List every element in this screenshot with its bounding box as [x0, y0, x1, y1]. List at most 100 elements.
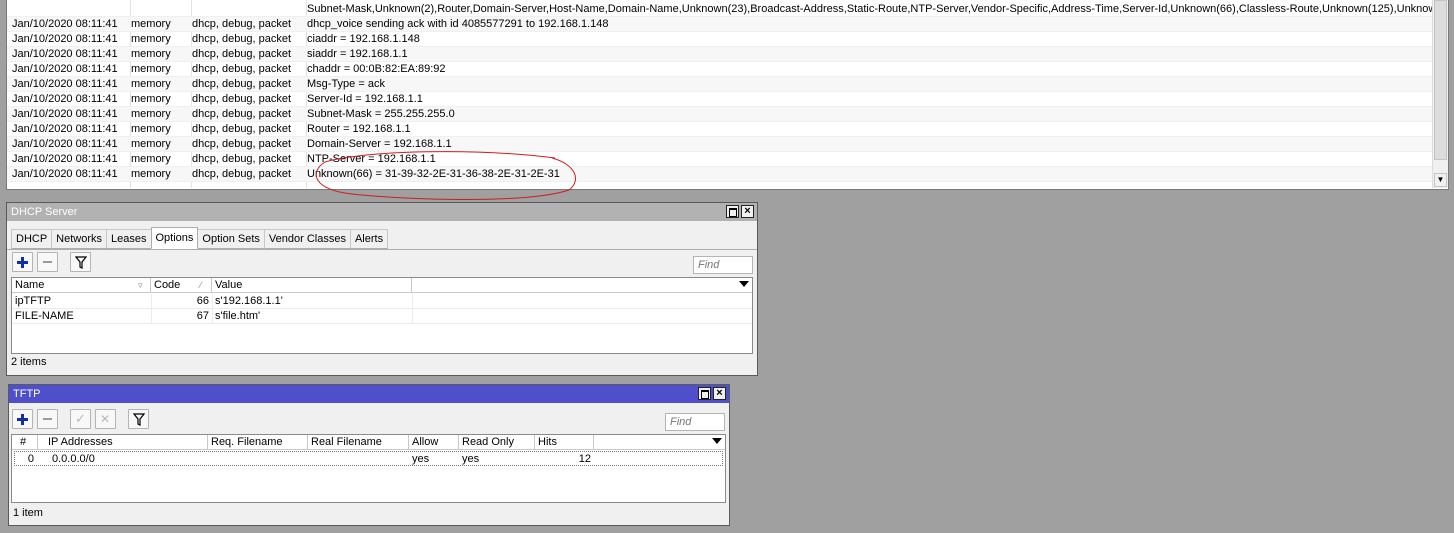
log-row[interactable]: Jan/10/2020 08:11:41 memory dhcp, debug, p… — [7, 122, 1433, 137]
log-row[interactable]: Jan/10/2020 08:11:41 memory dhcp, debug, p… — [7, 137, 1433, 152]
table-row[interactable]: ipTFTP 66 s'192.168.1.1' — [12, 294, 752, 309]
column-menu-arrow-icon[interactable] — [739, 281, 749, 287]
add-icon[interactable] — [12, 252, 33, 272]
log-time: Jan/10/2020 08:11:41 — [12, 153, 118, 165]
table-header: Name ▿ Code ⁄ Value — [12, 278, 752, 293]
col-separator — [151, 294, 152, 309]
log-buffer: memory — [131, 63, 171, 75]
log-row-header-continuation[interactable]: Subnet-Mask,Unknown(2),Router,Domain-Ser… — [7, 2, 1433, 17]
dhcp-options-table: Name ▿ Code ⁄ Value ipTFTP 66 s'192.168.1.… — [11, 277, 753, 354]
column-label: Read Only — [462, 436, 514, 448]
dhcp-server-window[interactable]: DHCP Server × DHCP Networks Leases Options O… — [6, 202, 758, 376]
log-time: Jan/10/2020 08:11:41 — [12, 168, 118, 180]
log-time: Jan/10/2020 08:11:41 — [12, 33, 118, 45]
log-message: chaddr = 00:0B:82:EA:89:92 — [307, 63, 446, 75]
table-row[interactable]: FILE-NAME 67 s'file.htm' — [12, 309, 752, 324]
column-header-value[interactable]: Value — [212, 278, 412, 293]
scroll-down-arrow-icon[interactable]: ▼ — [1434, 173, 1447, 187]
log-message: dhcp_voice sending ack with id 408557729… — [307, 18, 609, 30]
column-label: Hits — [538, 436, 557, 448]
cell-allow: yes — [412, 453, 430, 465]
log-row[interactable]: Jan/10/2020 08:11:41 memory dhcp, debug, p… — [7, 17, 1433, 32]
window-title: DHCP Server — [11, 206, 78, 218]
column-header-real-filename[interactable]: Real Filename — [308, 435, 409, 450]
remove-icon[interactable] — [37, 409, 58, 429]
log-table: Subnet-Mask,Unknown(2),Router,Domain-Ser… — [7, 0, 1433, 188]
tab-option-sets[interactable]: Option Sets — [197, 229, 265, 249]
tab-alerts[interactable]: Alerts — [349, 229, 389, 249]
log-buffer: memory — [131, 48, 171, 60]
tab-options[interactable]: Options — [150, 227, 199, 249]
log-topics: dhcp, debug, packet — [192, 138, 292, 150]
log-time: Jan/10/2020 08:11:41 — [12, 63, 118, 75]
column-header-number[interactable]: # — [12, 435, 38, 450]
find-input[interactable] — [665, 413, 725, 431]
column-header-read-only[interactable]: Read Only — [459, 435, 535, 450]
log-row[interactable]: Jan/10/2020 08:11:41 memory dhcp, debug, p… — [7, 92, 1433, 107]
log-topics: dhcp, debug, packet — [192, 33, 292, 45]
cell-readonly: yes — [462, 453, 480, 465]
log-message: siaddr = 192.168.1.1 — [307, 48, 408, 60]
close-icon[interactable]: × — [741, 205, 754, 218]
tab-leases[interactable]: Leases — [106, 229, 152, 249]
table-header: # IP Addresses Req. Filename Real Filena… — [12, 435, 725, 450]
maximize-icon[interactable] — [698, 387, 711, 400]
maximize-icon[interactable] — [726, 205, 739, 218]
log-topics: dhcp, debug, packet — [192, 63, 292, 75]
log-row[interactable]: Jan/10/2020 08:11:41 memory dhcp, debug, p… — [7, 77, 1433, 92]
table-row[interactable]: 0 0.0.0.0/0 yes yes 12 — [14, 451, 723, 466]
disable-icon[interactable] — [95, 409, 116, 429]
log-buffer: memory — [131, 78, 171, 90]
col-separator — [412, 294, 413, 309]
log-message: Router = 192.168.1.1 — [307, 123, 411, 135]
log-topics: dhcp, debug, packet — [192, 78, 292, 90]
log-time: Jan/10/2020 08:11:41 — [12, 123, 118, 135]
log-row[interactable]: Jan/10/2020 08:11:41 memory dhcp, debug, p… — [7, 47, 1433, 62]
col-separator — [412, 309, 413, 324]
log-topics: dhcp, debug, packet — [192, 93, 292, 105]
column-header-allow[interactable]: Allow — [409, 435, 459, 450]
column-header-code[interactable]: Code ⁄ — [151, 278, 212, 293]
tftp-window[interactable]: TFTP × # IP Addresses Req. Filename Real… — [8, 384, 730, 526]
tab-vendor-classes[interactable]: Vendor Classes — [263, 229, 351, 249]
log-row[interactable]: Jan/10/2020 08:11:41 memory dhcp, debug, p… — [7, 167, 1433, 182]
column-header-req-filename[interactable]: Req. Filename — [208, 435, 308, 450]
filter-icon[interactable] — [70, 252, 91, 272]
column-header-name[interactable]: Name ▿ — [12, 278, 151, 293]
log-vertical-scrollbar[interactable]: ▼ — [1432, 0, 1448, 188]
close-icon[interactable]: × — [713, 387, 726, 400]
log-message: Unknown(66) = 31-39-32-2E-31-36-38-2E-31… — [307, 168, 560, 180]
column-label: IP Addresses — [48, 436, 113, 448]
filter-icon[interactable] — [128, 409, 149, 429]
window-title: TFTP — [13, 388, 41, 400]
tab-dhcp[interactable]: DHCP — [11, 229, 53, 249]
status-bar: 1 item — [13, 507, 43, 519]
log-row[interactable]: Jan/10/2020 08:11:41 memory dhcp, debug, p… — [7, 32, 1433, 47]
log-message: Subnet-Mask = 255.255.255.0 — [307, 108, 455, 120]
tftp-window-titlebar[interactable]: TFTP × — [9, 385, 729, 403]
log-buffer: memory — [131, 108, 171, 120]
cell-code: 67 — [196, 310, 209, 322]
log-buffer: memory — [131, 153, 171, 165]
scroll-thumb[interactable] — [1434, 0, 1447, 160]
column-header-hits[interactable]: Hits — [535, 435, 594, 450]
cell-hits: 12 — [578, 453, 591, 465]
col-separator — [212, 294, 213, 309]
enable-icon[interactable] — [70, 409, 91, 429]
tab-networks[interactable]: Networks — [51, 229, 108, 249]
log-message: Domain-Server = 192.168.1.1 — [307, 138, 452, 150]
log-row[interactable]: Jan/10/2020 08:11:41 memory dhcp, debug, p… — [7, 152, 1433, 167]
column-menu-arrow-icon[interactable] — [712, 438, 722, 444]
remove-icon[interactable] — [37, 252, 58, 272]
tftp-table: # IP Addresses Req. Filename Real Filena… — [11, 434, 726, 503]
log-message: ciaddr = 192.168.1.148 — [307, 33, 420, 45]
log-row[interactable]: Jan/10/2020 08:11:41 memory dhcp, debug, p… — [7, 62, 1433, 77]
find-input[interactable] — [693, 256, 753, 274]
col-separator — [151, 309, 152, 324]
log-time: Jan/10/2020 08:11:41 — [12, 93, 118, 105]
add-icon[interactable] — [12, 409, 33, 429]
column-header-ip-addresses[interactable]: IP Addresses — [38, 435, 208, 450]
log-row[interactable]: Jan/10/2020 08:11:41 memory dhcp, debug, p… — [7, 107, 1433, 122]
column-label: Name — [15, 279, 45, 291]
dhcp-window-titlebar[interactable]: DHCP Server × — [7, 203, 757, 221]
